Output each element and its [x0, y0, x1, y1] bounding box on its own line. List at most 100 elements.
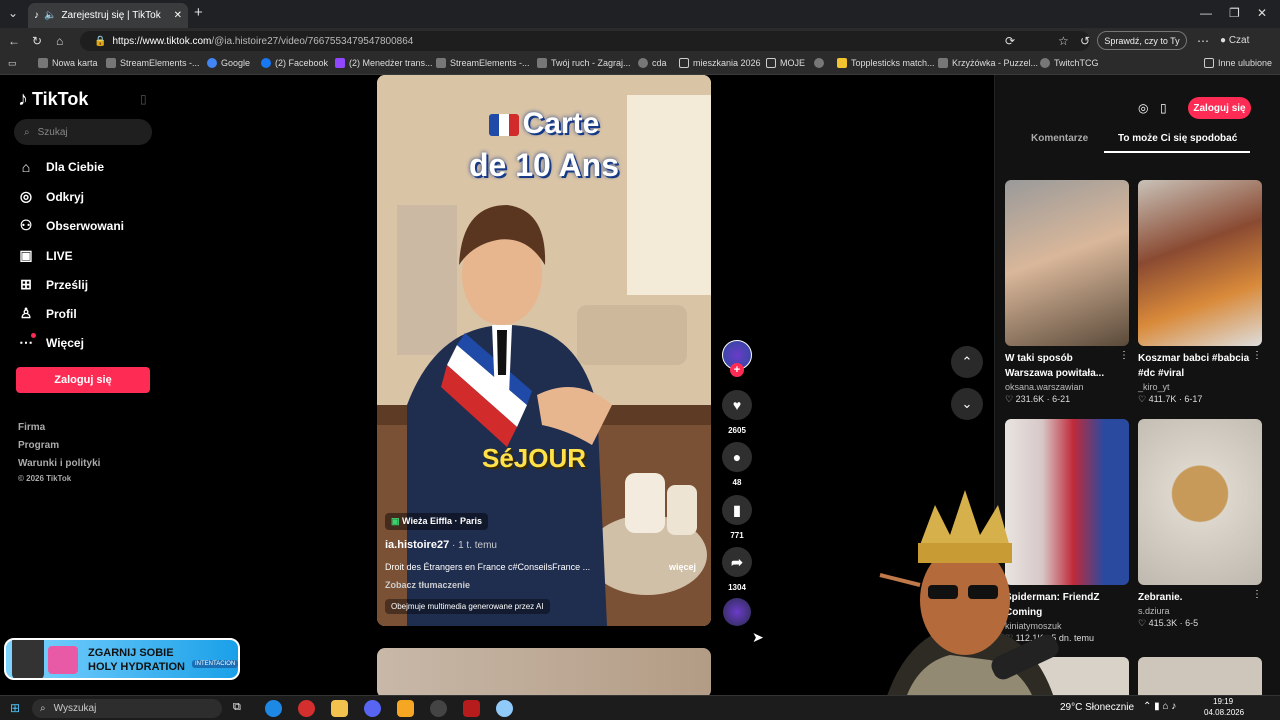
- taskbar-search[interactable]: ⌕ Wyszukaj: [32, 699, 222, 718]
- bookmark-item[interactable]: Nowa karta: [38, 58, 98, 68]
- music-disc-button[interactable]: [722, 598, 752, 626]
- favorites-icon[interactable]: ☆: [1058, 34, 1069, 48]
- card-thumbnail[interactable]: [1138, 657, 1262, 695]
- card-user[interactable]: _kiro_yt: [1138, 382, 1262, 392]
- bookmark-folder[interactable]: MOJE: [766, 58, 805, 68]
- bookmark-item[interactable]: cda: [638, 58, 667, 68]
- tab-recommended[interactable]: To może Ci się spodobać: [1118, 133, 1237, 144]
- bookmark-folder[interactable]: mieszkania 2026: [679, 58, 761, 68]
- more-button[interactable]: więcej: [669, 562, 696, 572]
- sidebar-toggle-icon[interactable]: ▭: [8, 58, 17, 69]
- sidebar-item-profile[interactable]: ♙ Profil: [18, 305, 77, 322]
- sidebar-item-upload[interactable]: ⊞ Prześlij: [18, 276, 88, 293]
- search-input[interactable]: ⌕ Szukaj: [14, 119, 152, 145]
- footer-program-link[interactable]: Program: [18, 440, 59, 451]
- game-app-icon[interactable]: [463, 700, 480, 717]
- sidebar-item-live[interactable]: ▣ LIVE: [18, 247, 72, 264]
- sidebar-item-label: Dla Ciebie: [46, 160, 105, 174]
- location-tag[interactable]: ▣ Wieża Eiffla · Paris: [385, 513, 488, 530]
- tab-list-icon[interactable]: ⌄: [8, 6, 18, 20]
- sidebar-item-more[interactable]: ⋯ Więcej: [18, 334, 84, 351]
- promo-banner[interactable]: ZGARNIJ SOBIE HOLY HYDRATION INTENTACION: [4, 638, 240, 680]
- streaming-app-icon[interactable]: [397, 700, 414, 717]
- copilot-button[interactable]: ● Czat: [1220, 35, 1249, 46]
- extensions-icon[interactable]: ⟳: [1005, 34, 1015, 48]
- video-author[interactable]: ia.histoire27: [385, 539, 449, 551]
- bookmark-item[interactable]: Google: [207, 58, 250, 68]
- mute-icon[interactable]: 🔈: [44, 10, 56, 21]
- reload-icon[interactable]: ↻: [32, 34, 42, 48]
- edge-icon[interactable]: [265, 700, 282, 717]
- recommended-card[interactable]: W taki sposób Warszawa powitała... oksana…: [1005, 180, 1129, 405]
- opera-icon[interactable]: [298, 700, 315, 717]
- tab-comments[interactable]: Komentarze: [1031, 133, 1088, 144]
- comment-button[interactable]: ● 48: [722, 442, 752, 487]
- new-tab-icon[interactable]: +: [194, 4, 203, 21]
- menu-dots-icon[interactable]: ⋯: [1197, 34, 1209, 48]
- task-view-icon[interactable]: ⧉: [233, 701, 241, 714]
- card-menu-icon[interactable]: ⋮: [1252, 589, 1262, 600]
- sidebar-item-following[interactable]: ⚇ Obserwowani: [18, 217, 124, 234]
- weather-widget[interactable]: 29°C Słonecznie: [1060, 702, 1134, 713]
- sidebar-item-label: Odkryj: [46, 189, 85, 204]
- video-player[interactable]: Carte de 10 Ans SéJOUR ▣ Wieża Eiffla · …: [377, 75, 711, 626]
- maximize-icon[interactable]: ❐: [1229, 6, 1240, 20]
- card-user[interactable]: oksana.warszawian: [1005, 382, 1129, 392]
- author-avatar-button[interactable]: +: [722, 340, 752, 377]
- coin-icon[interactable]: ◎: [1138, 101, 1148, 115]
- file-explorer-icon[interactable]: [331, 700, 348, 717]
- panel-login-button[interactable]: Zaloguj się: [1188, 97, 1251, 119]
- card-menu-icon[interactable]: ⋮: [1119, 350, 1129, 361]
- obs-icon[interactable]: [430, 700, 447, 717]
- next-video-preview[interactable]: [377, 648, 711, 698]
- recommended-card[interactable]: Koszmar babci #babcia #dc #viral _kiro_yt…: [1138, 180, 1262, 405]
- video-author-row[interactable]: ia.histoire27 · 1 t. temu: [385, 539, 497, 551]
- close-window-icon[interactable]: ✕: [1257, 6, 1267, 20]
- bookmark-item[interactable]: Twój ruch - Zagraj...: [537, 58, 631, 68]
- login-button[interactable]: Zaloguj się: [16, 367, 150, 393]
- url-input[interactable]: 🔒 https://www.tiktok.com /@ia.histoire27…: [80, 31, 1090, 51]
- like-button[interactable]: ♥ 2605: [722, 390, 752, 435]
- tray-icons[interactable]: ⌃ ▮ ⌂ ♪: [1143, 701, 1176, 712]
- sidebar-item-explore[interactable]: ◎ Odkryj: [18, 188, 84, 205]
- windows-start-icon[interactable]: ⊞: [10, 701, 20, 715]
- bookmark-item[interactable]: Topplesticks match...: [837, 58, 935, 68]
- bookmark-item[interactable]: StreamElements -...: [106, 58, 200, 68]
- footer-terms-link[interactable]: Warunki i polityki: [18, 458, 100, 469]
- history-icon[interactable]: ↺: [1080, 34, 1090, 48]
- bookmark-item[interactable]: (2) Facebook: [261, 58, 328, 68]
- bookmark-label: StreamElements -...: [120, 58, 200, 68]
- bookmark-item[interactable]: Krzyżówka - Puzzel...: [938, 58, 1038, 68]
- mobile-icon[interactable]: ▯: [1160, 101, 1167, 115]
- profile-check-pill[interactable]: Sprawdź, czy to Ty: [1097, 31, 1187, 50]
- bookmark-label: mieszkania 2026: [693, 58, 761, 68]
- previous-video-button[interactable]: ⌃: [951, 346, 983, 378]
- clock-time[interactable]: 19:19: [1213, 697, 1233, 706]
- bookmark-folder[interactable]: Inne ulubione: [1204, 58, 1272, 68]
- bookmark-item[interactable]: [814, 58, 824, 68]
- follow-plus-icon[interactable]: +: [730, 363, 744, 377]
- browser-tab[interactable]: ♪ 🔈 Zarejestruj się | TikTok ✕: [28, 3, 188, 28]
- save-button[interactable]: ▮ 771: [722, 495, 752, 540]
- card-user[interactable]: s.dziura: [1138, 606, 1262, 616]
- see-translation-link[interactable]: Zobacz tłumaczenie: [385, 580, 470, 590]
- minimize-icon[interactable]: —: [1200, 6, 1212, 20]
- tiktok-logo[interactable]: ♪ TikTok: [18, 88, 88, 111]
- card-menu-icon[interactable]: ⋮: [1252, 350, 1262, 361]
- app-icon[interactable]: [496, 700, 513, 717]
- back-icon[interactable]: ←: [8, 34, 20, 48]
- like-count: 2605: [728, 426, 746, 435]
- recommended-card[interactable]: Zebranie. s.dziura ♡ 415.3K · 6-5: [1138, 419, 1262, 629]
- bookmark-item[interactable]: (2) Menedżer trans...: [335, 58, 433, 68]
- next-video-button[interactable]: ⌄: [951, 388, 983, 420]
- clock-date[interactable]: 04.08.2026: [1204, 708, 1244, 717]
- close-tab-icon[interactable]: ✕: [174, 10, 182, 21]
- sidebar-item-for-you[interactable]: ⌂ Dla Ciebie: [18, 159, 104, 175]
- discord-icon[interactable]: [364, 700, 381, 717]
- home-icon[interactable]: ⌂: [56, 34, 63, 48]
- bookmark-item[interactable]: TwitchTCG: [1040, 58, 1099, 68]
- footer-company-link[interactable]: Firma: [18, 422, 45, 433]
- bookmark-item[interactable]: StreamElements -...: [436, 58, 530, 68]
- collapse-sidebar-icon[interactable]: ▯: [140, 92, 147, 106]
- share-button[interactable]: ➦ 1304: [722, 547, 752, 592]
